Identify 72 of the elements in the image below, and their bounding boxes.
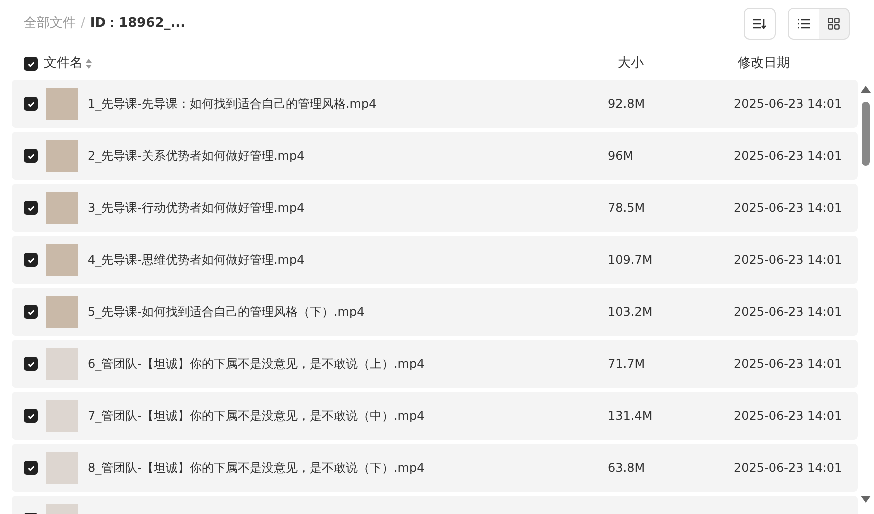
check-icon — [26, 308, 36, 316]
file-name: 6_管团队-【坦诚】你的下属不是没意见，是不敢说（上）.mp4 — [88, 357, 425, 371]
checkbox[interactable] — [24, 201, 38, 215]
modified-date: 2025-06-23 14:01 — [734, 409, 842, 423]
file-name: 7_管团队-【坦诚】你的下属不是没意见，是不敢说（中）.mp4 — [88, 409, 425, 423]
checkbox[interactable] — [24, 57, 38, 71]
photo-placeholder — [46, 296, 78, 328]
checkbox[interactable] — [24, 149, 38, 163]
check-icon — [26, 412, 36, 420]
file-row[interactable]: 7_管团队-【坦诚】你的下属不是没意见，是不敢说（中）.mp4 131.4M 2025-06-23 14:01 — [12, 392, 858, 440]
scroll-down-icon[interactable] — [861, 496, 871, 503]
file-size: 71.7M — [608, 357, 646, 371]
check-icon — [26, 360, 36, 368]
photo-placeholder — [46, 88, 78, 120]
column-header: 大小 — [618, 56, 644, 72]
photo-placeholder — [46, 244, 78, 276]
check-icon — [26, 256, 36, 264]
file-name: 5_先导课-如何找到适合自己的管理风格（下）.mp4 — [88, 305, 365, 319]
file-row[interactable]: 6_管团队-【坦诚】你的下属不是没意见，是不敢说（上）.mp4 71.7M 2025-06-23 14:01 — [12, 340, 858, 388]
photo-placeholder — [46, 452, 78, 484]
list-view-button[interactable] — [789, 9, 819, 39]
file-row[interactable]: 8_管团队-【坦诚】你的下属不是没意见，是不敢说（下）.mp4 63.8M 2025-06-23 14:01 — [12, 444, 858, 492]
check-icon — [26, 464, 36, 472]
photo-placeholder — [46, 348, 78, 380]
file-size: 109.7M — [608, 253, 653, 267]
modified-date: 2025-06-23 14:01 — [734, 97, 842, 111]
scrollbar-thumb[interactable] — [862, 102, 870, 166]
checkbox[interactable] — [24, 461, 38, 475]
grid-icon — [828, 18, 840, 30]
modified-date: 2025-06-23 14:01 — [734, 357, 842, 371]
modified-date: 2025-06-23 14:01 — [734, 461, 842, 475]
checkbox[interactable] — [24, 409, 38, 423]
check-icon — [26, 152, 36, 160]
list-icon — [798, 19, 810, 29]
column-header: 修改日期 — [738, 56, 790, 72]
sort-arrows-icon[interactable] — [86, 59, 92, 69]
column-header[interactable]: 文件名 — [44, 54, 83, 74]
checkbox[interactable] — [24, 253, 38, 267]
file-name: 3_先导课-行动优势者如何做好管理.mp4 — [88, 201, 305, 215]
file-size: 103.2M — [608, 305, 653, 319]
file-name: 4_先导课-思维优势者如何做好管理.mp4 — [88, 253, 305, 267]
modified-date: 2025-06-23 14:01 — [734, 253, 842, 267]
photo-placeholder — [46, 400, 78, 432]
file-row[interactable]: 4_先导课-思维优势者如何做好管理.mp4 109.7M 2025-06-23 14:01 — [12, 236, 858, 284]
check-icon — [26, 100, 36, 108]
checkbox[interactable] — [24, 97, 38, 111]
checkbox[interactable] — [24, 305, 38, 319]
file-row[interactable]: 1_先导课-先导课：如何找到适合自己的管理风格.mp4 92.8M 2025-06-23 14:01 — [12, 80, 858, 128]
sort-icon — [753, 18, 767, 30]
file-size: 63.8M — [608, 461, 646, 475]
modified-date: 2025-06-23 14:01 — [734, 305, 842, 319]
file-name: 8_管团队-【坦诚】你的下属不是没意见，是不敢说（下）.mp4 — [88, 461, 425, 475]
check-icon — [26, 204, 36, 212]
scroll-up-icon[interactable] — [861, 86, 871, 93]
file-row[interactable]: 5_先导课-如何找到适合自己的管理风格（下）.mp4 103.2M 2025-06-23 14:01 — [12, 288, 858, 336]
file-name: 1_先导课-先导课：如何找到适合自己的管理风格.mp4 — [88, 97, 377, 111]
file-size: 96M — [608, 149, 634, 163]
photo-placeholder — [46, 140, 78, 172]
check-icon — [26, 60, 36, 68]
breadcrumb-current: ID：18962_... — [90, 15, 186, 34]
sort-button[interactable] — [744, 8, 776, 40]
file-row[interactable]: 2_先导课-关系优势者如何做好管理.mp4 96M 2025-06-23 14:01 — [12, 132, 858, 180]
checkbox[interactable] — [24, 357, 38, 371]
file-size: 131.4M — [608, 409, 653, 423]
modified-date: 2025-06-23 14:01 — [734, 149, 842, 163]
file-row[interactable]: 3_先导课-行动优势者如何做好管理.mp4 78.5M 2025-06-23 14:01 — [12, 184, 858, 232]
file-name: 2_先导课-关系优势者如何做好管理.mp4 — [88, 149, 305, 163]
file-size: 92.8M — [608, 97, 646, 111]
breadcrumb-separator: / — [81, 15, 86, 34]
file-size: 78.5M — [608, 201, 646, 215]
photo-placeholder — [46, 192, 78, 224]
modified-date: 2025-06-23 14:01 — [734, 201, 842, 215]
